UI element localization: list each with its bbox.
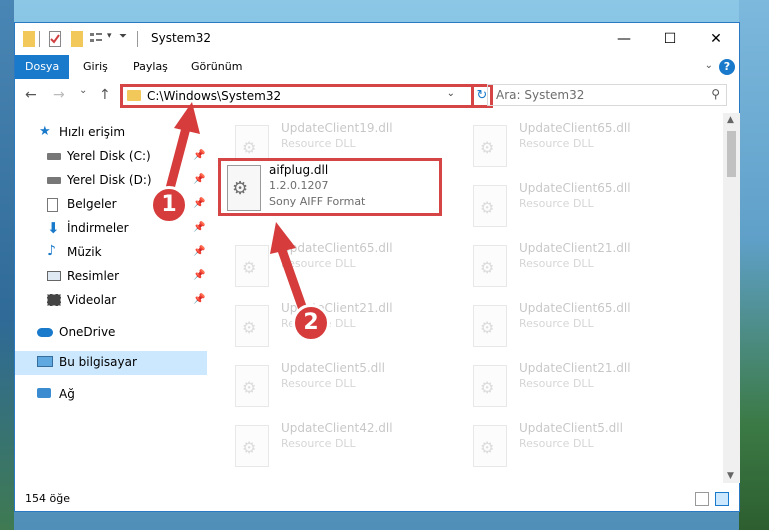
step-badge-1: 1 — [150, 186, 188, 224]
arrowhead-2 — [270, 222, 296, 254]
annotation-arrows — [163, 102, 311, 323]
arrowhead-1 — [174, 102, 200, 134]
step-badge-2: 2 — [292, 304, 330, 342]
